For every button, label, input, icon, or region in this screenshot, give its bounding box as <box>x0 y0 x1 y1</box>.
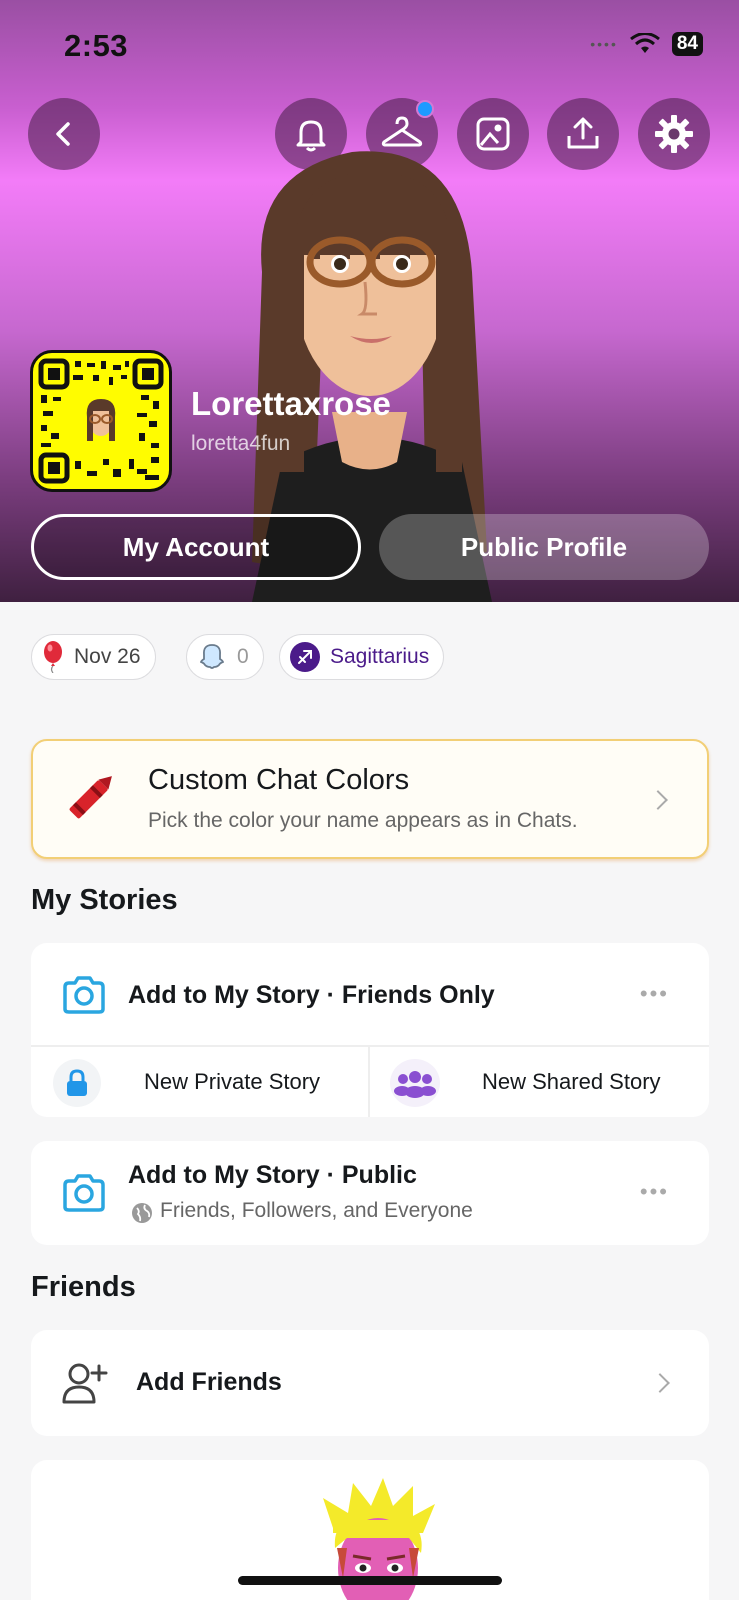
promo-subtitle: Pick the color your name appears as in C… <box>148 809 578 832</box>
new-private-story-button[interactable]: New Private Story <box>31 1047 370 1117</box>
lock-icon <box>53 1059 101 1107</box>
new-private-story-label: New Private Story <box>144 1069 321 1094</box>
add-friends-label: Add Friends <box>136 1368 282 1396</box>
ghost-icon <box>200 644 224 669</box>
battery-indicator: 84 <box>671 32 703 56</box>
add-friends-row[interactable]: Add Friends <box>31 1330 709 1436</box>
birthday-text: Nov 26 <box>74 645 141 668</box>
crayon-icon <box>69 776 112 819</box>
wifi-icon <box>629 33 660 53</box>
more-icon[interactable]: ••• <box>640 981 669 1007</box>
friends-heading: Friends <box>31 1271 136 1303</box>
add-story-friends-row[interactable]: Add to My Story · Friends Only ••• <box>31 943 709 1047</box>
share-button[interactable] <box>547 98 619 170</box>
profile-header: 2:53 •••• 84 Lorettaxrose loretta4fun My… <box>0 0 739 602</box>
back-icon <box>56 122 70 146</box>
zodiac-chip[interactable]: Sagittarius <box>279 634 445 680</box>
promo-title: Custom Chat Colors <box>148 764 410 796</box>
group-icon <box>390 1059 440 1107</box>
status-icons: •••• 84 <box>590 32 703 56</box>
snapcode[interactable] <box>30 350 172 492</box>
display-name: Lorettaxrose <box>191 385 391 422</box>
zodiac-text: Sagittarius <box>330 645 430 668</box>
my-account-button[interactable]: My Account <box>31 514 361 580</box>
custom-chat-colors-card[interactable]: Custom Chat Colors Pick the color your n… <box>31 739 709 859</box>
my-stories-heading: My Stories <box>31 884 178 916</box>
public-story-label: Add to My Story · Public <box>128 1161 417 1189</box>
sagittarius-icon <box>290 642 320 672</box>
gear-icon <box>655 115 693 153</box>
upload-icon <box>567 117 599 149</box>
snap-score-chip[interactable]: 0 <box>186 634 264 680</box>
home-indicator[interactable] <box>238 1576 502 1585</box>
username: loretta4fun <box>191 432 291 455</box>
balloon-icon <box>44 641 62 673</box>
globe-icon <box>132 1203 152 1223</box>
chevron-right-icon <box>650 1373 670 1393</box>
new-shared-story-label: New Shared Story <box>482 1069 661 1094</box>
my-story-card: Add to My Story · Friends Only ••• New P… <box>31 943 709 1117</box>
cellular-icon: •••• <box>590 36 618 52</box>
snap-score-text: 0 <box>237 645 249 668</box>
camera-icon <box>63 976 105 1014</box>
birthday-chip[interactable]: Nov 26 <box>31 634 156 680</box>
camera-icon <box>63 1174 105 1212</box>
more-icon[interactable]: ••• <box>640 1179 669 1205</box>
settings-button[interactable] <box>638 98 710 170</box>
status-time: 2:53 <box>64 28 129 63</box>
new-shared-story-button[interactable]: New Shared Story <box>370 1047 709 1117</box>
public-story-audience: Friends, Followers, and Everyone <box>160 1199 473 1222</box>
snapcode-pattern <box>38 358 164 484</box>
chevron-right-icon <box>648 790 668 810</box>
add-friend-icon <box>62 1363 108 1404</box>
back-button[interactable] <box>28 98 100 170</box>
public-profile-button[interactable]: Public Profile <box>379 514 709 580</box>
notification-dot <box>416 100 434 118</box>
add-story-public-row[interactable]: Add to My Story · Public Friends, Follow… <box>31 1141 709 1245</box>
friends-only-label: Add to My Story · Friends Only <box>128 981 495 1009</box>
